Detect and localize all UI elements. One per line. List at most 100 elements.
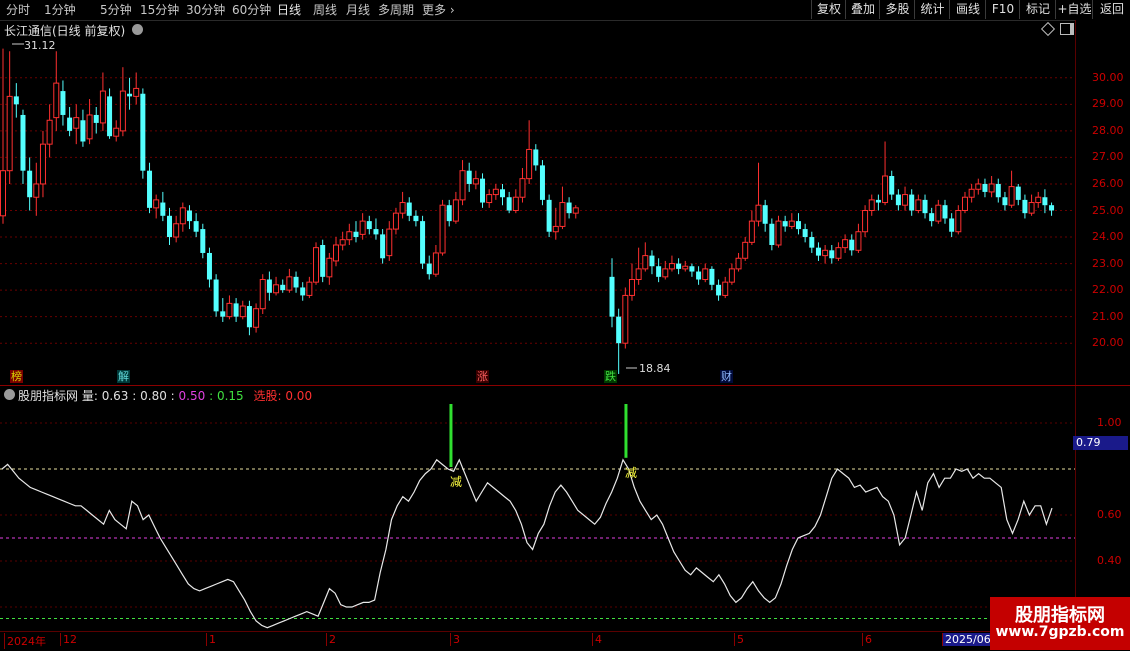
candle-body-up <box>226 302 233 318</box>
toolbar-button-8[interactable]: 返回 <box>1092 0 1130 19</box>
panel-toggle-icon[interactable] <box>1060 23 1074 35</box>
candle-body-down <box>140 93 146 171</box>
candle-body-up <box>486 194 493 204</box>
tab-7[interactable]: 周线 <box>313 2 337 18</box>
candle-body-down <box>802 229 808 238</box>
candle-body-up <box>835 247 842 259</box>
candle-body-up <box>642 255 649 270</box>
candle-body-down <box>233 303 239 317</box>
event-badge-1[interactable]: 解 <box>117 370 130 383</box>
candle-body-down <box>160 202 166 216</box>
event-badge-2[interactable]: 涨 <box>476 370 489 383</box>
tab-3[interactable]: 15分钟 <box>140 2 179 18</box>
candle-body-up <box>868 199 875 211</box>
signal-label: 减 <box>450 475 462 489</box>
candle-body-up <box>452 199 459 222</box>
indicator-chart[interactable]: 减减 <box>0 400 1075 630</box>
toolbar-button-3[interactable]: 统计 <box>914 0 950 19</box>
candle-body-up <box>622 294 629 344</box>
date-label: 4 <box>592 633 602 646</box>
tab-4[interactable]: 30分钟 <box>186 2 225 18</box>
tab-5[interactable]: 60分钟 <box>232 2 271 18</box>
candle-body-down <box>609 276 615 317</box>
candle-body-down <box>949 218 955 232</box>
candle-body-down <box>206 252 212 280</box>
price-axis-label: 21.00 <box>1092 309 1124 323</box>
tab-0[interactable]: 分时 <box>6 2 30 18</box>
high-marker-label: 31.12 <box>24 39 56 52</box>
indicator-line <box>1 458 1053 629</box>
date-label: 1 <box>206 633 216 646</box>
candle-body-down <box>186 210 192 222</box>
toolbar-button-4[interactable]: 画线 <box>949 0 986 19</box>
price-axis <box>1075 20 1130 632</box>
date-label: 2025/06 <box>942 633 991 646</box>
dropdown-circle-icon[interactable] <box>132 24 143 35</box>
candle-body-up <box>662 268 669 278</box>
tab-1[interactable]: 1分钟 <box>44 2 76 18</box>
candle-body-down <box>539 165 545 200</box>
candlestick-chart[interactable]: 31.12 18.84 <box>0 38 1075 383</box>
toolbar-button-0[interactable]: 复权 <box>811 0 846 19</box>
tab-2[interactable]: 5分钟 <box>100 2 132 18</box>
candle-body-up <box>1035 196 1042 204</box>
candle-body-down <box>809 237 815 248</box>
candle-body-up <box>33 183 40 198</box>
toolbar-button-5[interactable]: F10 <box>985 0 1020 19</box>
tab-8[interactable]: 月线 <box>346 2 370 18</box>
candle-body-down <box>506 197 512 211</box>
candle-body-down <box>995 183 1001 198</box>
candle-body-up <box>439 204 446 254</box>
candle-body-up <box>179 207 186 225</box>
candle-body-up <box>968 188 975 198</box>
candle-body-down <box>782 221 788 227</box>
event-badge-3[interactable]: 跌 <box>604 370 617 383</box>
tab-6[interactable]: 日线 <box>277 2 301 18</box>
tab-9[interactable]: 多周期 <box>378 2 414 18</box>
candle-body-up <box>359 220 366 235</box>
price-axis-label: 20.00 <box>1092 336 1124 350</box>
candle-body-down <box>533 149 539 166</box>
candle-body-down <box>446 205 452 222</box>
candle-body-up <box>862 210 869 233</box>
candle-body-up <box>552 225 559 233</box>
candle-body-down <box>147 170 153 208</box>
candle-body-down <box>942 205 948 219</box>
candle-body-up <box>173 223 180 238</box>
price-axis-label: 28.00 <box>1092 123 1124 137</box>
candle-body-down <box>849 239 855 251</box>
diamond-icon[interactable] <box>1040 21 1056 37</box>
candle-body-up <box>346 231 353 241</box>
candle-body-down <box>413 215 419 222</box>
toolbar-button-2[interactable]: 多股 <box>879 0 915 19</box>
candle-body-up <box>0 170 6 217</box>
indicator-menu-icon[interactable] <box>4 389 15 400</box>
watermark-url: www.7gpzb.com <box>995 624 1125 640</box>
candle-body-down <box>320 245 326 277</box>
candle-body-up <box>339 239 346 246</box>
candle-body-down <box>1049 205 1055 211</box>
toolbar-button-7[interactable]: +自选 <box>1055 0 1093 19</box>
signal-label: 减 <box>625 466 637 480</box>
candle-body-up <box>6 95 13 172</box>
candle-body-down <box>709 268 715 285</box>
candle-body-up <box>259 279 266 310</box>
tab-10[interactable]: 更多 › <box>422 2 455 18</box>
date-axis <box>0 631 1075 651</box>
candle-body-down <box>815 247 821 256</box>
toolbar-button-6[interactable]: 标记 <box>1019 0 1056 19</box>
candle-body-down <box>829 250 835 259</box>
candle-body-up <box>635 268 642 280</box>
candle-body-down <box>466 170 472 184</box>
candle-body-down <box>107 96 113 137</box>
candle-body-down <box>909 194 915 211</box>
candle-body-down <box>875 199 881 203</box>
stock-title: 长江通信(日线 前复权) <box>4 22 143 39</box>
panel-divider <box>0 385 1130 386</box>
candle-body-up <box>133 87 140 97</box>
candle-body-up <box>748 220 755 243</box>
toolbar-button-1[interactable]: 叠加 <box>845 0 880 19</box>
event-badge-4[interactable]: 财 <box>720 370 733 383</box>
event-badge-0[interactable]: 榜 <box>10 370 23 383</box>
candle-body-down <box>769 223 775 245</box>
